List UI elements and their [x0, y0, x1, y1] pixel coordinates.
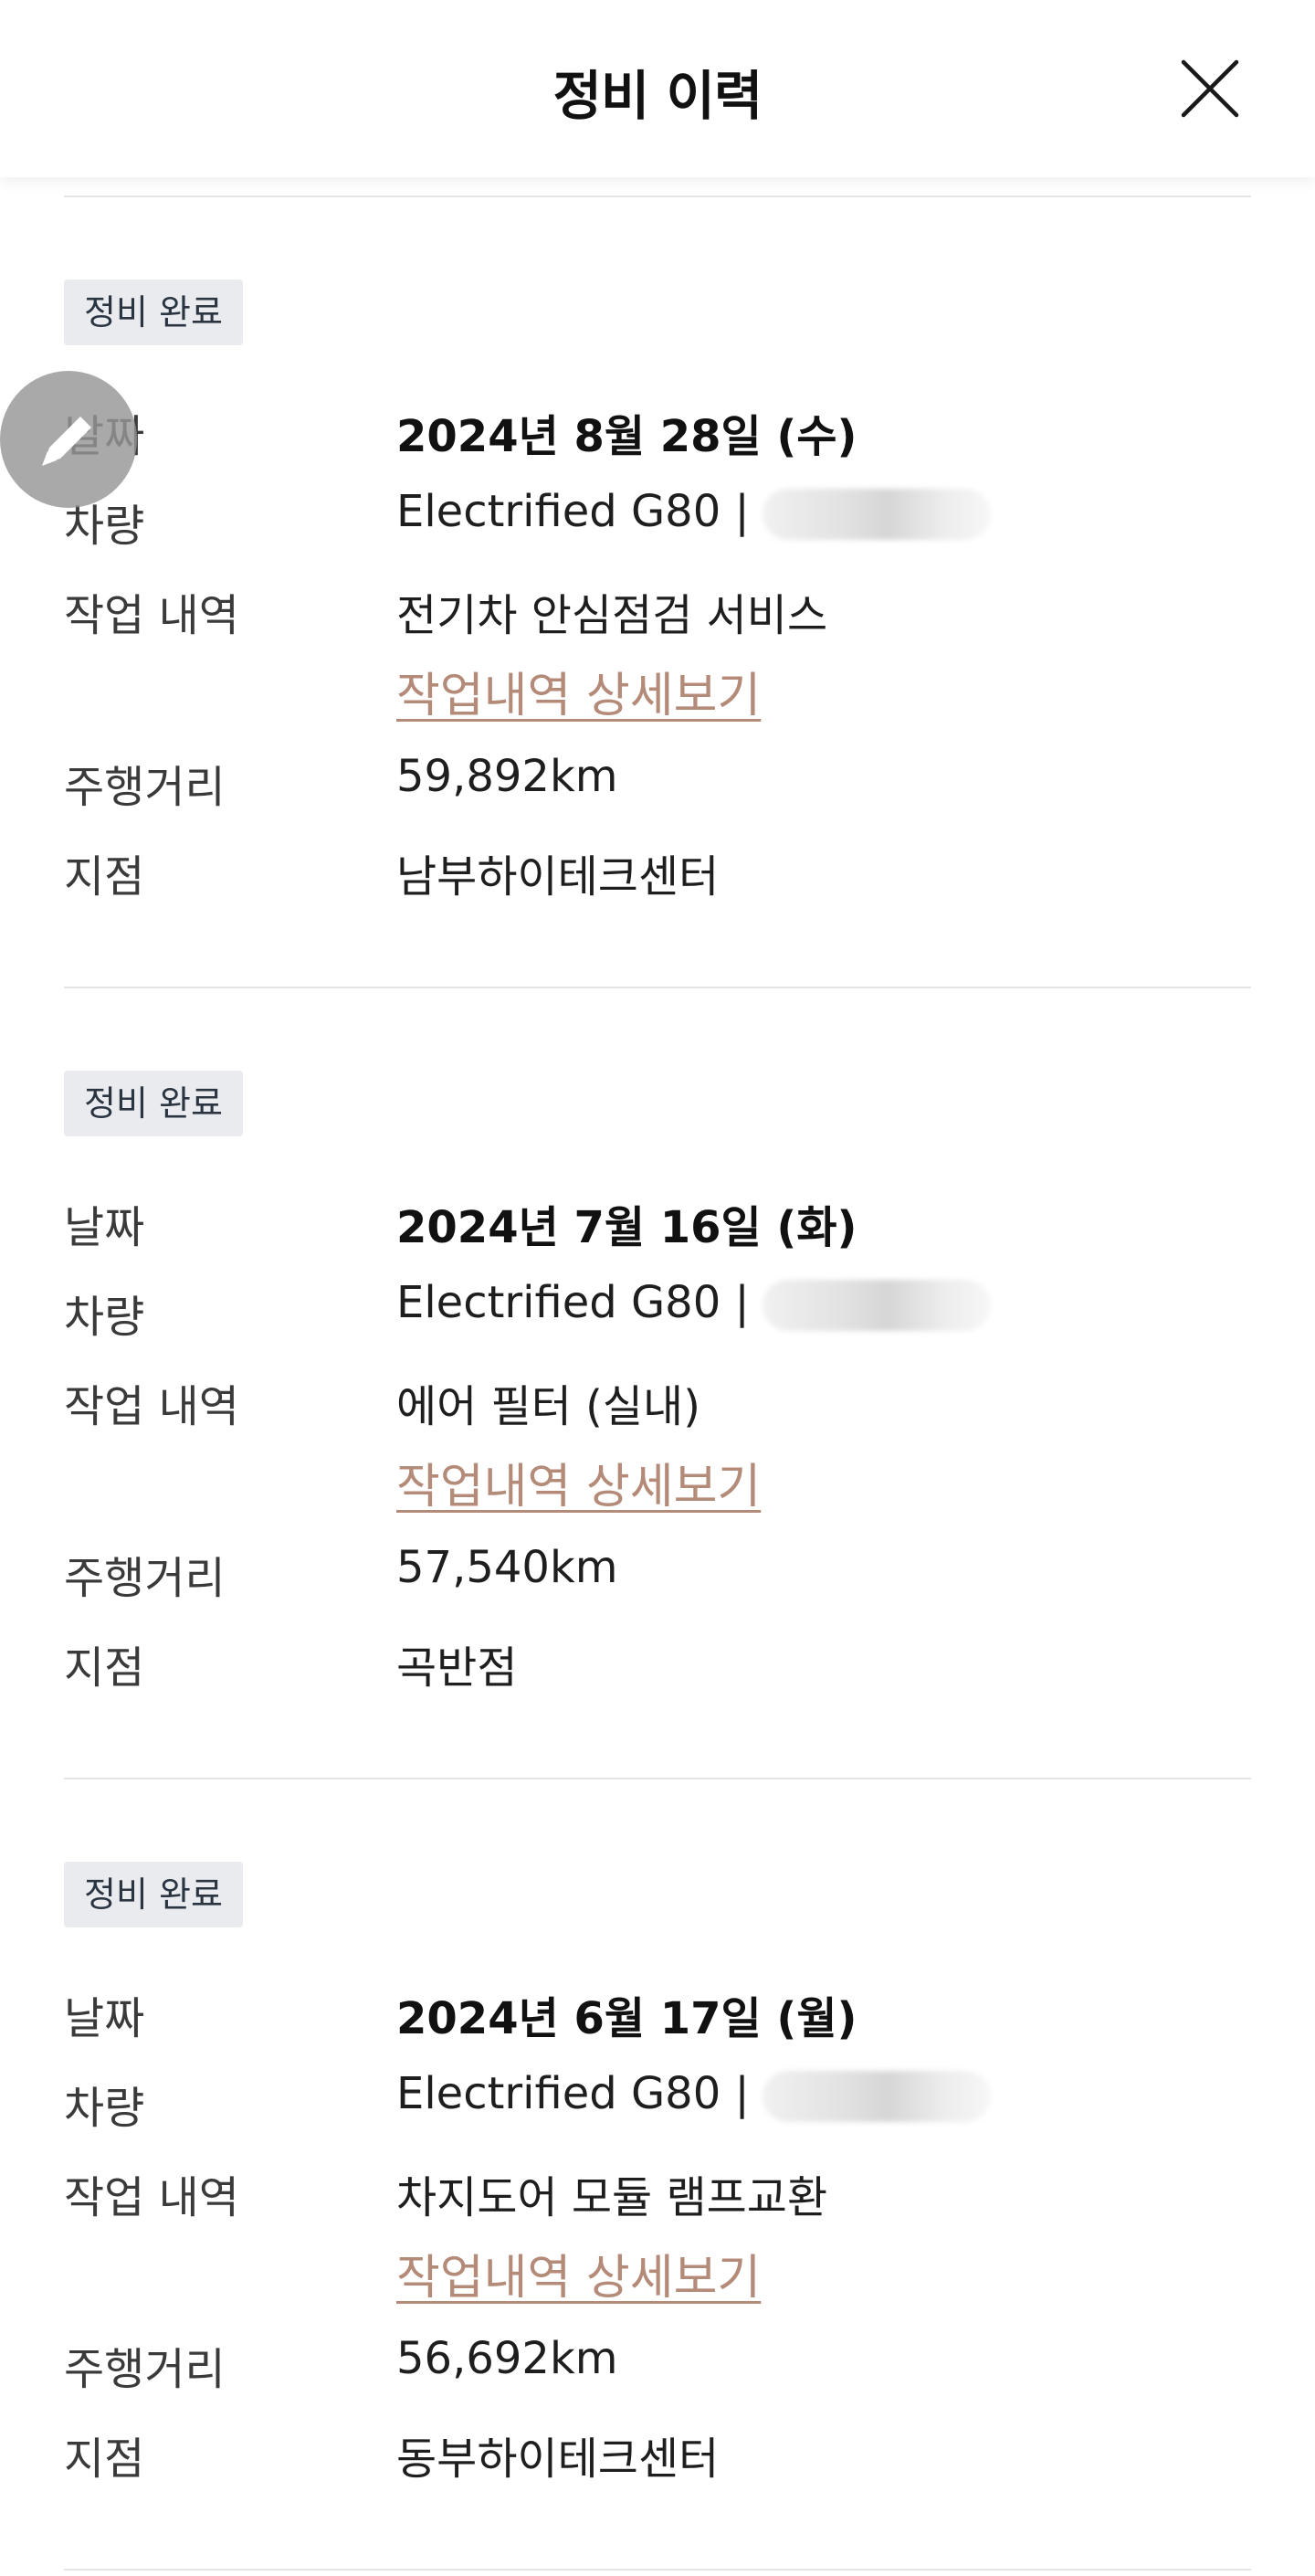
close-button[interactable] — [1178, 57, 1242, 121]
mileage-value: 56,692km — [396, 2333, 618, 2384]
work-value: 차지도어 모듈 램프교환 — [396, 2172, 828, 2223]
service-record: 정비 완료 날짜 2024년 6월 17일 (월) 차량 Electrified… — [0, 1778, 1315, 2569]
divider — [64, 2569, 1251, 2571]
service-record: 정비 완료 날짜 2024년 7월 16일 (화) 차량 Electrified… — [0, 987, 1315, 1778]
vehicle-value-wrap: Electrified G80 | — [396, 1277, 991, 1331]
branch-value: 곡반점 — [396, 1642, 518, 1694]
vehicle-value-wrap: Electrified G80 | — [396, 486, 991, 540]
work-label: 작업 내역 — [64, 1381, 239, 1432]
vehicle-label: 차량 — [64, 1292, 145, 1343]
mileage-label: 주행거리 — [64, 2344, 226, 2395]
branch-label: 지점 — [64, 1642, 145, 1694]
mileage-value: 59,892km — [396, 751, 618, 802]
mileage-label: 주행거리 — [64, 1553, 226, 1604]
work-value: 전기차 안심점검 서비스 — [396, 590, 828, 641]
vehicle-value: Electrified G80 | — [396, 1277, 750, 1328]
work-label: 작업 내역 — [64, 2172, 239, 2223]
close-icon — [1181, 59, 1239, 118]
masked-plate — [762, 2071, 991, 2122]
branch-label: 지점 — [64, 2433, 145, 2485]
masked-plate — [762, 489, 991, 540]
header: 정비 이력 — [0, 0, 1315, 177]
status-badge: 정비 완료 — [64, 1862, 243, 1927]
edit-fab-button[interactable] — [0, 371, 137, 508]
work-value: 에어 필터 (실내) — [396, 1381, 700, 1432]
branch-value: 동부하이테크센터 — [396, 2433, 720, 2485]
status-badge: 정비 완료 — [64, 1071, 243, 1136]
work-detail-link[interactable]: 작업내역 상세보기 — [396, 657, 761, 725]
mileage-label: 주행거리 — [64, 762, 226, 813]
masked-plate — [762, 1280, 991, 1331]
branch-value: 남부하이테크센터 — [396, 851, 720, 903]
pencil-icon — [42, 417, 91, 466]
work-detail-link[interactable]: 작업내역 상세보기 — [396, 2239, 761, 2307]
service-record: 정비 완료 날짜 2024년 8월 28일 (수) 차량 Electrified… — [0, 195, 1315, 987]
date-value: 2024년 6월 17일 (월) — [396, 1993, 857, 2044]
vehicle-label: 차량 — [64, 2083, 145, 2134]
work-detail-link[interactable]: 작업내역 상세보기 — [396, 1448, 761, 1516]
work-label: 작업 내역 — [64, 590, 239, 641]
vehicle-value: Electrified G80 | — [396, 486, 750, 537]
status-badge: 정비 완료 — [64, 280, 243, 345]
vehicle-value-wrap: Electrified G80 | — [396, 2068, 991, 2122]
date-label: 날짜 — [64, 1993, 145, 2044]
date-value: 2024년 8월 28일 (수) — [396, 411, 857, 462]
mileage-value: 57,540km — [396, 1542, 618, 1593]
date-label: 날짜 — [64, 1202, 145, 1253]
vehicle-value: Electrified G80 | — [396, 2068, 750, 2119]
branch-label: 지점 — [64, 851, 145, 903]
page-title: 정비 이력 — [552, 65, 763, 127]
date-value: 2024년 7월 16일 (화) — [396, 1202, 857, 1253]
